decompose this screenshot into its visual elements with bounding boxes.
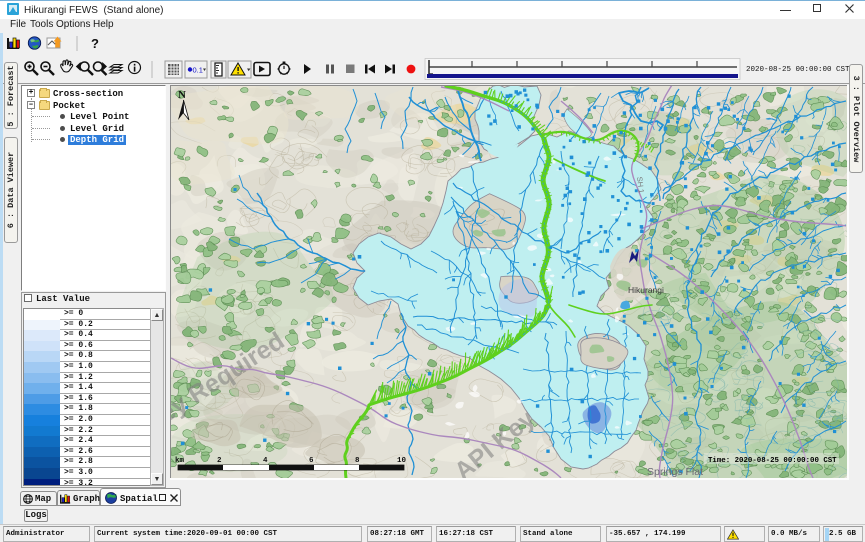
svg-text:6: 6: [309, 457, 314, 465]
svg-text:N: N: [178, 89, 186, 101]
svg-text:10: 10: [397, 457, 407, 465]
svg-text:Springs Flat: Springs Flat: [647, 466, 703, 478]
svg-text:8: 8: [355, 457, 360, 465]
svg-text:2020-08-25 00:00:00 CST: 2020-08-25 00:00:00 CST: [746, 66, 850, 74]
svg-text:0.1: 0.1: [193, 66, 203, 75]
svg-text:2: 2: [217, 457, 222, 465]
svg-text:4: 4: [263, 457, 268, 465]
svg-text:Hikurangi: Hikurangi: [628, 285, 664, 295]
svg-text:Time: 2020-08-25 00:00:00 CST: Time: 2020-08-25 00:00:00 CST: [708, 457, 837, 465]
svg-text:?: ?: [91, 36, 99, 51]
svg-text:km: km: [175, 457, 185, 465]
